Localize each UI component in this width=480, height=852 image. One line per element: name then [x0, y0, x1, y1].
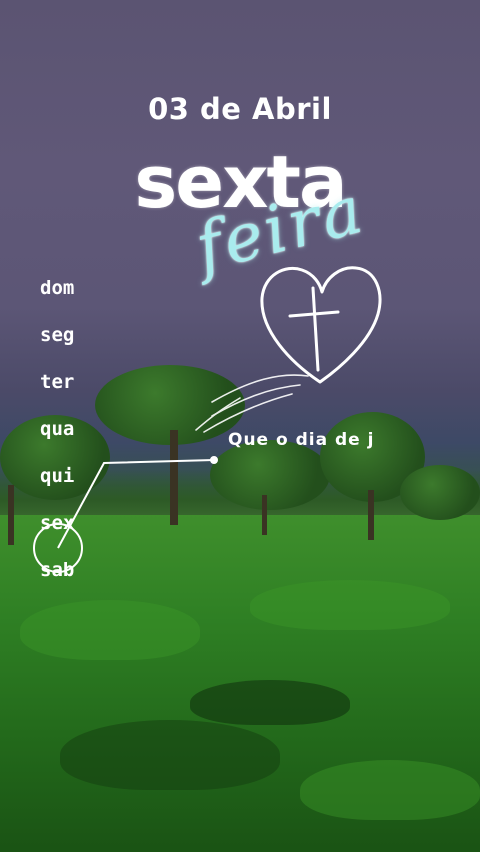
flow-lines [195, 374, 309, 433]
weekday-qua: qua [40, 418, 75, 440]
weekday-sab: sab [40, 559, 75, 581]
message-text: Que o dia de j [228, 430, 375, 450]
weekday-dom: dom [40, 277, 75, 299]
weekday-sex: sex [40, 512, 75, 534]
weekday-list: dom seg ter qua qui sex sab [40, 272, 74, 601]
heart-cross-icon [260, 266, 382, 384]
weekday-seg: seg [40, 324, 75, 346]
weekday-ter: ter [40, 371, 75, 393]
weekday-qui: qui [40, 465, 75, 487]
